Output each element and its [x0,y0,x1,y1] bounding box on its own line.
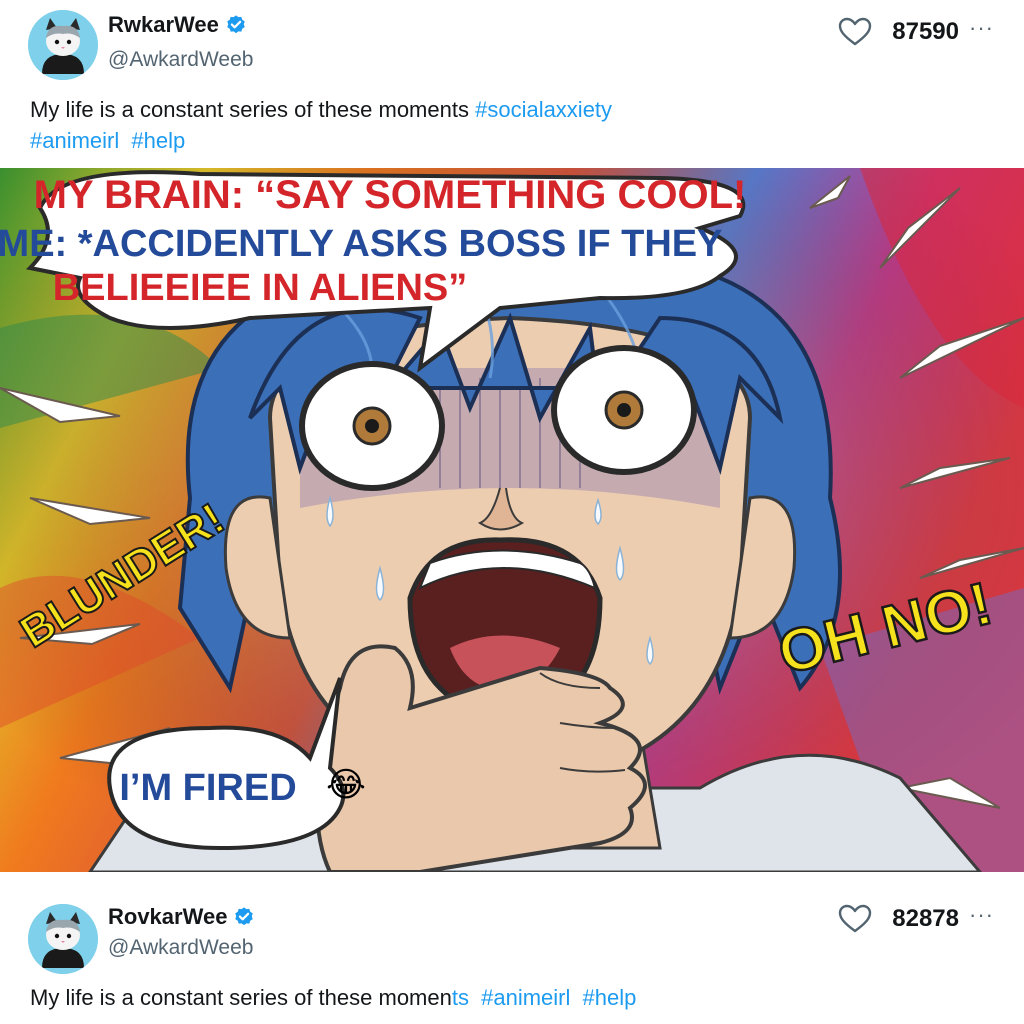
right-eye [551,345,697,475]
hashtag-socialaxxiety[interactable]: #socialaxxiety [475,97,612,122]
avatar[interactable] [28,10,98,80]
verified-badge-icon [233,906,255,928]
hashtag-animeirl[interactable]: #animeirl [481,985,570,1010]
like-count[interactable]: 82878 [892,905,959,933]
laughing-emoji-icon: 😂 [326,766,366,804]
hashtag-help[interactable]: #help [583,985,637,1010]
heart-icon[interactable] [838,17,872,47]
heart-icon[interactable] [838,904,872,934]
cat-icon [28,904,98,974]
post-text: My life is a constant series of these mo… [30,94,990,156]
left-eye [299,361,445,491]
verified-badge-icon [225,14,247,36]
avatar[interactable] [28,904,98,974]
cat-icon [28,10,98,80]
post-header-bottom: RovkarWee @AwkardWeeb 82878 ··· [0,896,1024,986]
more-icon[interactable]: ··· [969,17,994,39]
handle[interactable]: @AwkardWeeb [108,936,253,960]
like-count[interactable]: 87590 [892,18,959,46]
fired-text: I’M FIRED [119,767,296,809]
hashtag-animeirl[interactable]: #animeirl [30,128,119,153]
post-body-tail: ts [451,985,469,1010]
speech-line-2: ME: *ACCIDENTLY ASKS BOSS IF THEY [0,223,722,265]
more-icon[interactable]: ··· [969,904,994,926]
display-name[interactable]: RovkarWee [108,904,227,930]
display-name[interactable]: RwkarWee [108,12,219,38]
speech-line-1: MY BRAIN: “SAY SOMETHING COOL! [34,173,747,217]
speech-line-3: BELIEEIEE IN ALIENS” [53,267,468,309]
post-body: My life is a constant series of these mo… [30,985,452,1010]
handle[interactable]: @AwkardWeeb [108,48,253,72]
hashtag-help[interactable]: #help [131,128,185,153]
post-text: My life is a constant series of these mo… [30,982,990,1013]
post-header-top: RwkarWee @AwkardWeeb 87590 ··· [0,0,1024,90]
post-body: My life is a constant series of these mo… [30,97,469,122]
post-image[interactable]: MY BRAIN: “SAY SOMETHING COOL! ME: *ACCI… [0,168,1024,872]
